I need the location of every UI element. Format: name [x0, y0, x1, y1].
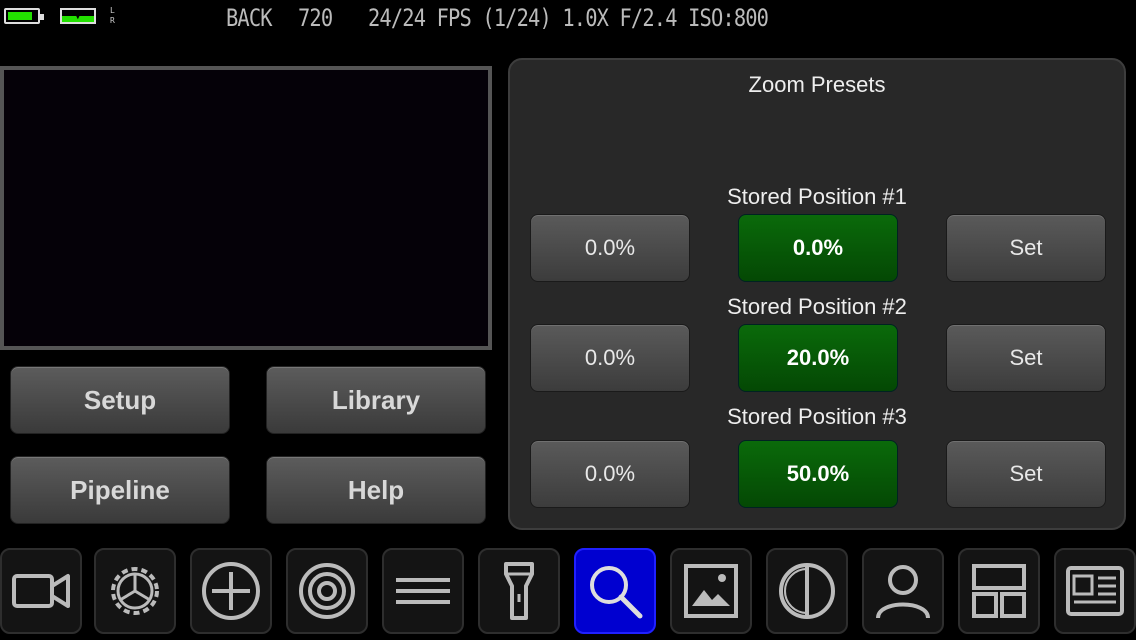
camera-preview[interactable]: [0, 66, 492, 350]
exposure-contrast-icon: [779, 563, 835, 619]
library-button[interactable]: Library: [266, 366, 486, 434]
layout-grid-icon: [972, 564, 1026, 618]
audio-channels-label: L R: [110, 6, 115, 25]
resolution-label[interactable]: 720: [298, 4, 333, 32]
gear-icon: [111, 567, 159, 615]
menu-lines-icon: [396, 578, 450, 604]
bottom-toolbar: [0, 544, 1136, 640]
zoom-presets-panel: Zoom Presets Stored Position #1 0.0% 0.0…: [508, 58, 1126, 530]
toolbar-image-button[interactable]: [670, 548, 752, 634]
toolbar-zoom-button[interactable]: [574, 548, 656, 634]
video-camera-icon: [12, 574, 70, 608]
panel-title: Zoom Presets: [748, 72, 886, 97]
set-position-2-button[interactable]: Set: [946, 324, 1106, 392]
set-position-1-button[interactable]: Set: [946, 214, 1106, 282]
toolbar-exposure-button[interactable]: [766, 548, 848, 634]
battery-icon: [4, 8, 44, 24]
toolbar-layout-button[interactable]: [958, 548, 1040, 634]
toolbar-video-button[interactable]: [0, 548, 82, 634]
toolbar-overlay-button[interactable]: [1054, 548, 1136, 634]
storage-icon: ▼: [60, 8, 96, 24]
target-icon: [299, 563, 355, 619]
toolbar-settings-button[interactable]: [94, 548, 176, 634]
stored-position-2-label: Stored Position #2: [727, 294, 907, 319]
current-zoom-2-button[interactable]: 0.0%: [530, 324, 690, 392]
toolbar-torch-button[interactable]: [478, 548, 560, 634]
audio-meter-icon: L R: [110, 6, 116, 26]
flashlight-icon: [504, 562, 534, 620]
status-bar: ▼ L R BACK 720 24/24 FPS (1/24) 1.0X F/2…: [0, 0, 1136, 36]
setup-button[interactable]: Setup: [10, 366, 230, 434]
exposure-readout[interactable]: 24/24 FPS (1/24) 1.0X F/2.4 ISO:800: [368, 4, 769, 32]
set-position-3-button[interactable]: Set: [946, 440, 1106, 508]
toolbar-face-button[interactable]: [862, 548, 944, 634]
pipeline-button[interactable]: Pipeline: [10, 456, 230, 524]
stored-position-1-label: Stored Position #1: [727, 184, 907, 209]
stored-position-3-label: Stored Position #3: [727, 404, 907, 429]
person-icon: [876, 565, 930, 619]
toolbar-crosshair-button[interactable]: [190, 548, 272, 634]
search-icon: [590, 566, 643, 619]
help-button[interactable]: Help: [266, 456, 486, 524]
toolbar-menu-button[interactable]: [382, 548, 464, 634]
news-layout-icon: [1066, 566, 1124, 616]
image-icon: [684, 564, 738, 618]
current-zoom-1-button[interactable]: 0.0%: [530, 214, 690, 282]
stored-zoom-2-button[interactable]: 20.0%: [738, 324, 898, 392]
crosshair-plus-icon: [202, 562, 260, 620]
camera-label[interactable]: BACK: [226, 4, 273, 32]
current-zoom-3-button[interactable]: 0.0%: [530, 440, 690, 508]
stored-zoom-1-button[interactable]: 0.0%: [738, 214, 898, 282]
stored-zoom-3-button[interactable]: 50.0%: [738, 440, 898, 508]
toolbar-focus-button[interactable]: [286, 548, 368, 634]
